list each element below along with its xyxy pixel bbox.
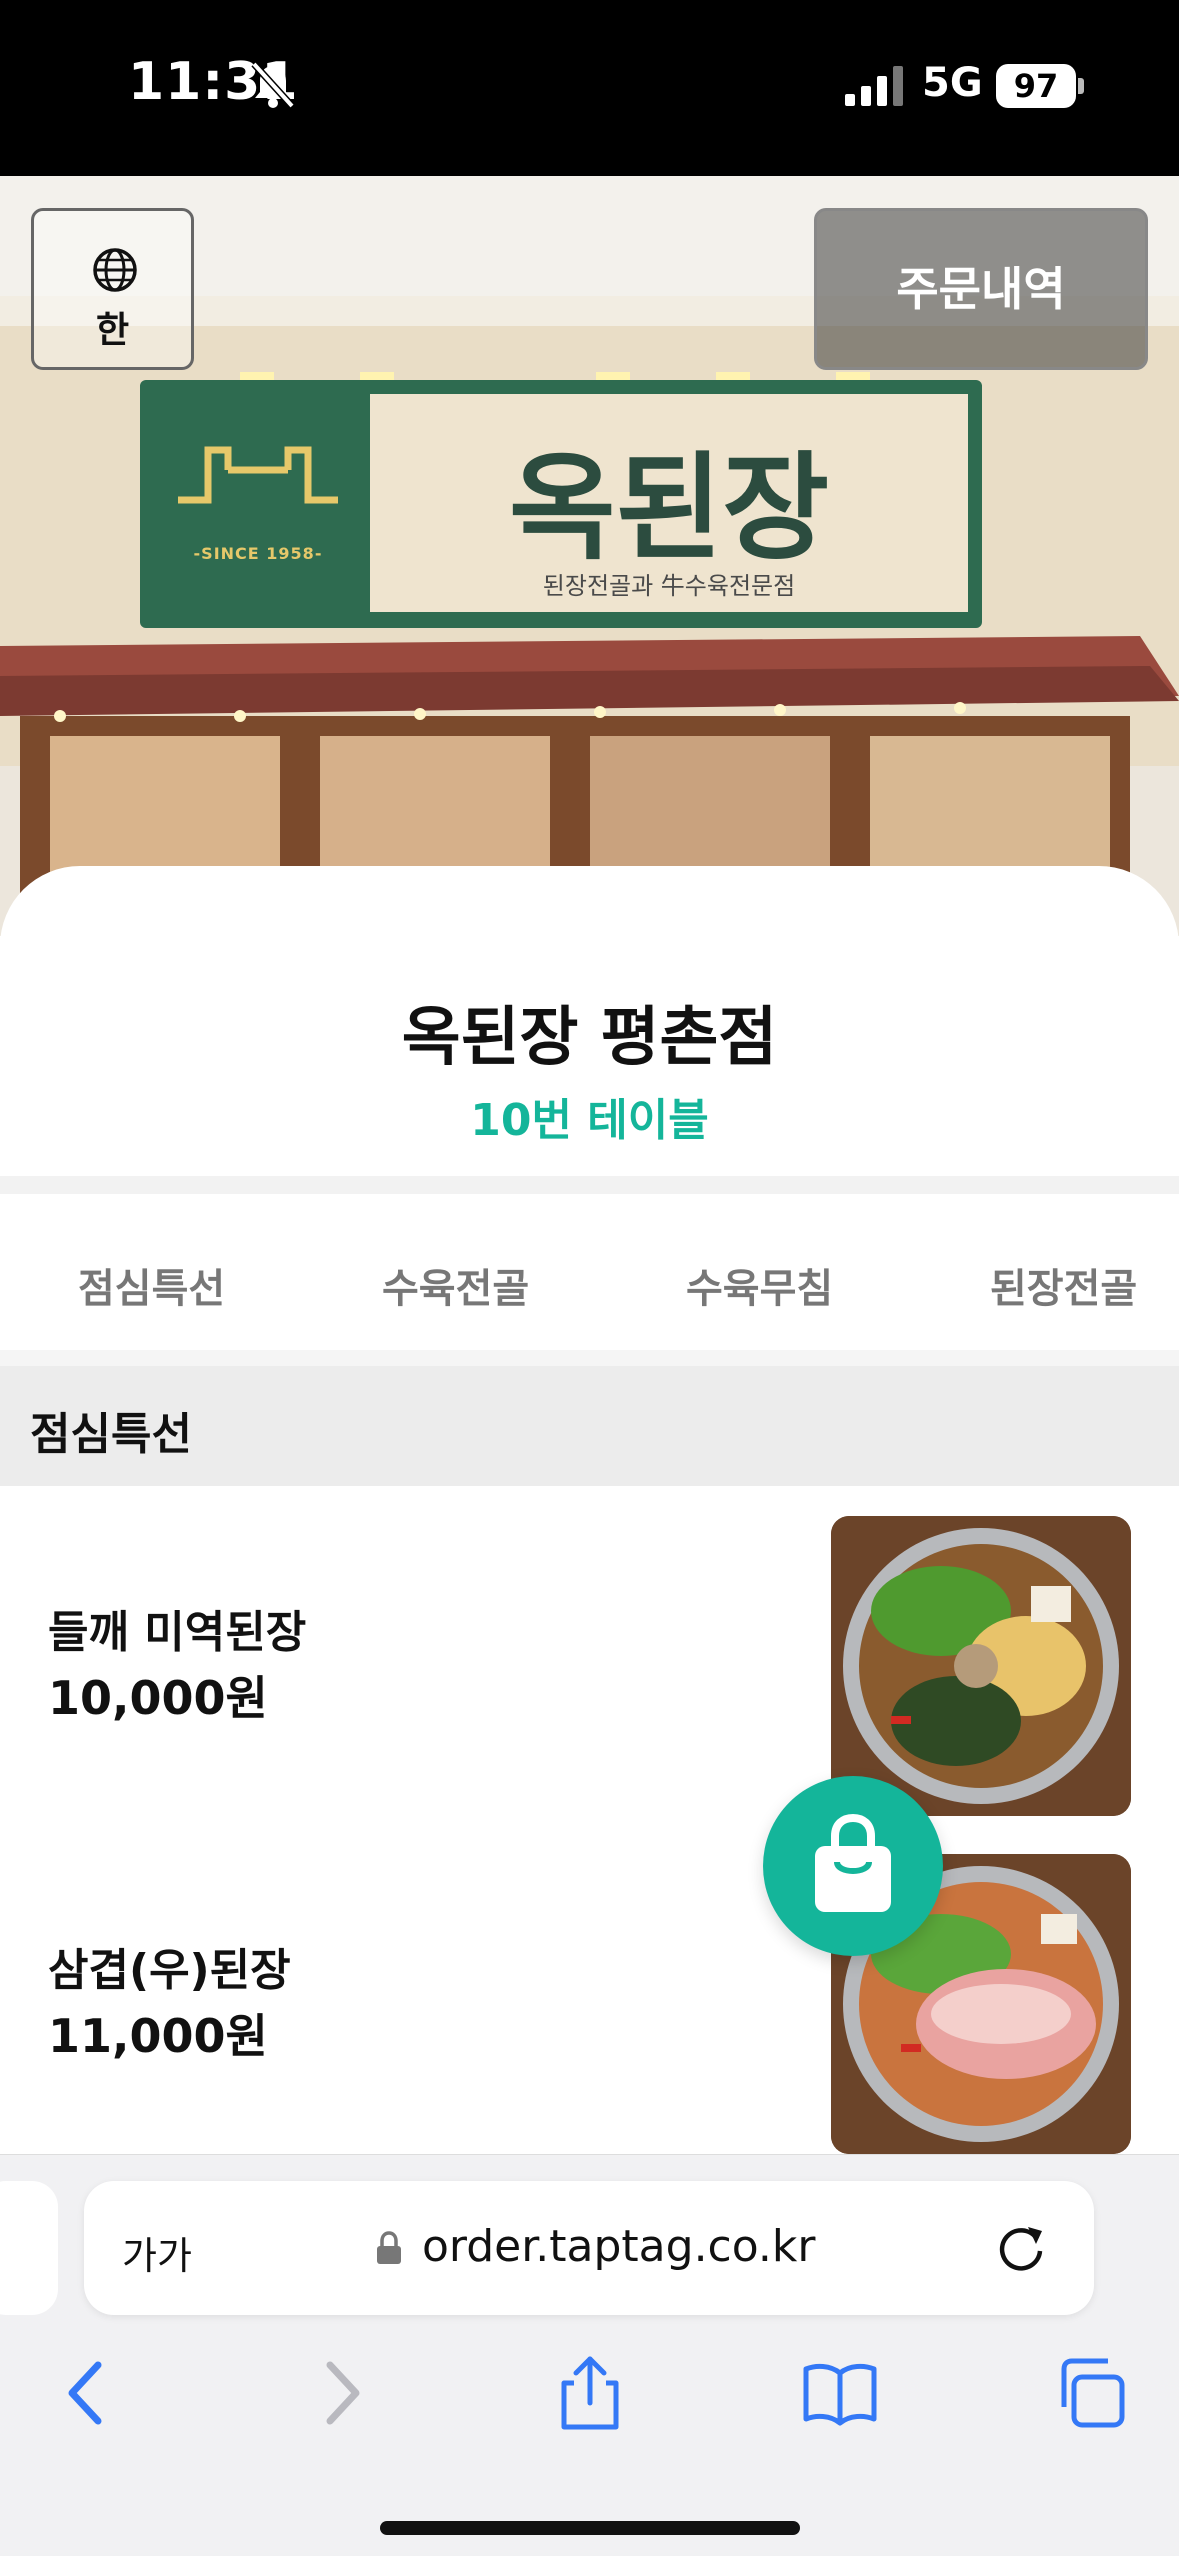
url-text: order.taptag.co.kr	[422, 2221, 816, 2272]
battery-level: 97	[1013, 67, 1059, 105]
browser-toolbar: 가가 order.taptag.co.kr	[0, 2154, 1179, 2556]
bookmarks-icon[interactable]	[800, 2353, 880, 2433]
menu-item-price: 10,000원	[48, 1671, 268, 1725]
tab-suyuk-jeongol[interactable]: 수육전골	[382, 1256, 529, 1314]
tabs-icon[interactable]	[1050, 2353, 1130, 2433]
section-divider	[0, 1176, 1179, 1194]
shopping-bag-icon	[815, 1813, 891, 1912]
sign-title: 옥된장	[508, 440, 830, 576]
store-hero-image: -SINCE 1958- 옥된장 된장전골과 牛수육전문점 한 주문내역	[0, 176, 1179, 936]
language-button[interactable]: 한	[31, 208, 194, 370]
globe-icon	[93, 248, 137, 292]
share-icon[interactable]	[550, 2353, 630, 2433]
menu-item-name: 들깨 미역된장	[48, 1607, 307, 1658]
menu-item-photo	[831, 1516, 1131, 1816]
battery-tip	[1078, 78, 1084, 94]
home-indicator	[380, 2521, 800, 2535]
status-bar: 11:31 5G 97	[0, 0, 1179, 176]
tabs-divider	[0, 1350, 1179, 1366]
menu-item[interactable]: 삼겹(우)된장 11,000원	[0, 1824, 1179, 2162]
signal-icon	[845, 66, 903, 106]
address-bar[interactable]: 가가 order.taptag.co.kr	[84, 2181, 1094, 2315]
section-header: 점심특선	[0, 1366, 1179, 1486]
sign-since: -SINCE 1958-	[193, 544, 323, 563]
category-tabs: 점심특선 수육전골 수육무침 된장전골	[0, 1194, 1179, 1350]
menu-item-price: 11,000원	[48, 2009, 268, 2063]
back-icon[interactable]	[48, 2353, 128, 2433]
section-title: 점심특선	[30, 1409, 192, 1460]
previous-tab-peek[interactable]	[0, 2181, 58, 2315]
tab-suyuk-muchim[interactable]: 수육무침	[686, 1256, 833, 1314]
bell-slash-icon	[251, 61, 295, 109]
network-type: 5G	[922, 60, 983, 106]
stew-photo-1	[831, 1516, 1131, 1816]
tab-doenjang-jeongol[interactable]: 된장전골	[990, 1256, 1137, 1314]
forward-icon[interactable]	[300, 2353, 380, 2433]
tab-lunch-special[interactable]: 점심특선	[78, 1256, 225, 1314]
menu-item[interactable]: 들깨 미역된장 10,000원	[0, 1486, 1179, 1824]
sign-panel: 옥된장 된장전골과 牛수육전문점	[370, 394, 968, 612]
text-size-button[interactable]: 가가	[122, 2225, 192, 2280]
reload-icon[interactable]	[992, 2219, 1050, 2277]
store-logo-mark	[178, 446, 338, 504]
language-label: 한	[95, 310, 130, 351]
menu-item-name: 삼겹(우)된장	[48, 1945, 291, 1996]
sign-subtitle: 된장전골과 牛수육전문점	[542, 572, 796, 600]
store-info-card: 옥된장 평촌점 10번 테이블	[0, 866, 1179, 1178]
battery-icon: 97	[996, 64, 1076, 108]
store-name: 옥된장 평촌점	[401, 1001, 778, 1075]
order-history-button[interactable]: 주문내역	[814, 208, 1148, 370]
store-signboard: -SINCE 1958- 옥된장 된장전골과 牛수육전문점	[140, 380, 982, 628]
lock-icon	[377, 2231, 401, 2264]
table-number: 10번 테이블	[470, 1095, 709, 1146]
cart-button[interactable]	[763, 1776, 943, 1956]
